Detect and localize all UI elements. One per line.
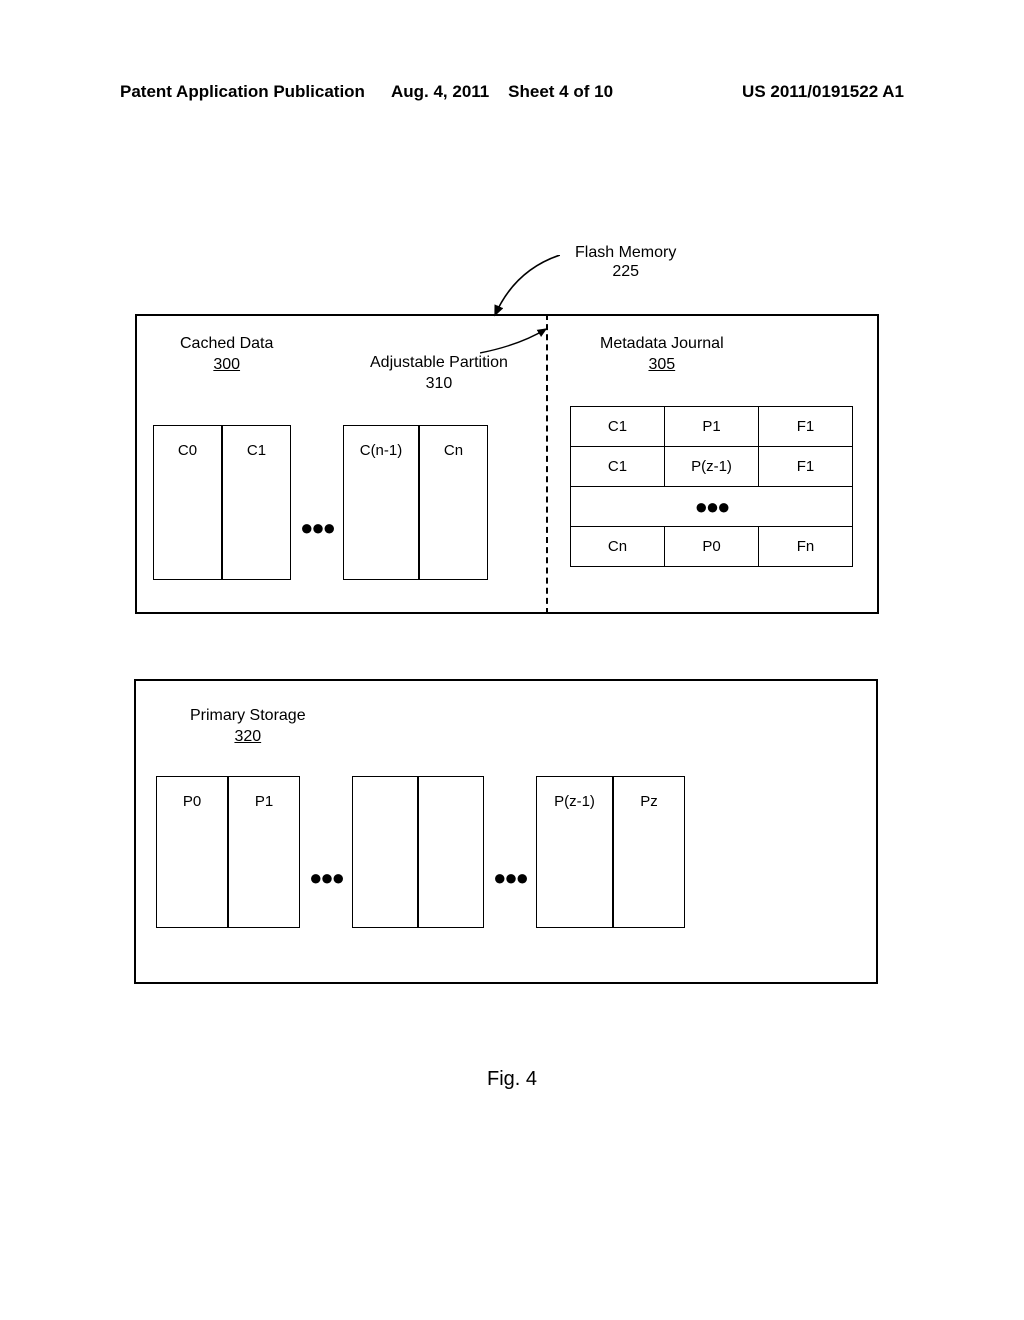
header-left: Patent Application Publication [120, 82, 365, 102]
primary-cell-empty [418, 776, 484, 928]
table-row: C1 P1 F1 [571, 407, 853, 447]
metadata-journal-ref: 305 [648, 356, 675, 373]
table-row-ellipsis: ●●● [571, 487, 853, 527]
cached-data-ref: 300 [213, 356, 240, 373]
cache-cell-c0: C0 [153, 425, 222, 580]
cache-cell-c1: C1 [222, 425, 291, 580]
meta-cell: P(z-1) [665, 447, 759, 487]
header-sheet: Sheet 4 of 10 [508, 82, 613, 102]
primary-cell-p1: P1 [228, 776, 300, 928]
adjustable-partition-arrow-icon [480, 325, 550, 355]
metadata-journal-table: C1 P1 F1 C1 P(z-1) F1 ●●● Cn P0 Fn [570, 406, 853, 567]
cache-cell-cn1: C(n-1) [343, 425, 419, 580]
meta-cell: P1 [665, 407, 759, 447]
adjustable-partition-ref: 310 [426, 375, 453, 392]
partition-dash-line [546, 314, 548, 614]
meta-cell: Fn [759, 527, 853, 567]
flash-memory-ref: 225 [612, 263, 639, 280]
meta-cell: Cn [571, 527, 665, 567]
flash-memory-title: Flash Memory [575, 244, 676, 261]
flash-memory-label: Flash Memory 225 [575, 243, 676, 281]
primary-cells-row: P0 P1 ●●● ●●● P(z-1) Pz [156, 776, 685, 928]
metadata-journal-label: Metadata Journal 305 [600, 334, 724, 376]
primary-cell-empty [352, 776, 418, 928]
flash-arrow-icon [490, 255, 560, 320]
primary-storage-label: Primary Storage 320 [190, 706, 306, 748]
meta-cell: C1 [571, 447, 665, 487]
table-row: C1 P(z-1) F1 [571, 447, 853, 487]
cached-data-label: Cached Data 300 [180, 334, 273, 376]
figure-caption: Fig. 4 [0, 1068, 1024, 1091]
primary-storage-title: Primary Storage [190, 707, 306, 724]
primary-storage-ref: 320 [234, 728, 261, 745]
header-pubno: US 2011/0191522 A1 [742, 82, 904, 102]
cached-data-title: Cached Data [180, 335, 273, 352]
header-date: Aug. 4, 2011 [391, 82, 489, 101]
table-row: Cn P0 Fn [571, 527, 853, 567]
meta-ellipsis: ●●● [571, 487, 853, 527]
adjustable-partition-title: Adjustable Partition [370, 354, 508, 371]
meta-cell: F1 [759, 407, 853, 447]
page-header: Patent Application Publication Aug. 4, 2… [120, 82, 904, 102]
primary-cell-pz: Pz [613, 776, 685, 928]
primary-cell-p0: P0 [156, 776, 228, 928]
cache-cells-row: C0 C1 ●●● C(n-1) Cn [153, 412, 488, 592]
meta-cell: P0 [665, 527, 759, 567]
primary-ellipsis-1: ●●● [300, 865, 352, 891]
cache-cell-cn: Cn [419, 425, 488, 580]
primary-ellipsis-2: ●●● [484, 865, 536, 891]
cache-ellipsis: ●●● [291, 515, 343, 541]
meta-cell: C1 [571, 407, 665, 447]
meta-cell: F1 [759, 447, 853, 487]
metadata-journal-title: Metadata Journal [600, 335, 724, 352]
adjustable-partition-label: Adjustable Partition 310 [370, 353, 508, 395]
primary-cell-pz1: P(z-1) [536, 776, 613, 928]
